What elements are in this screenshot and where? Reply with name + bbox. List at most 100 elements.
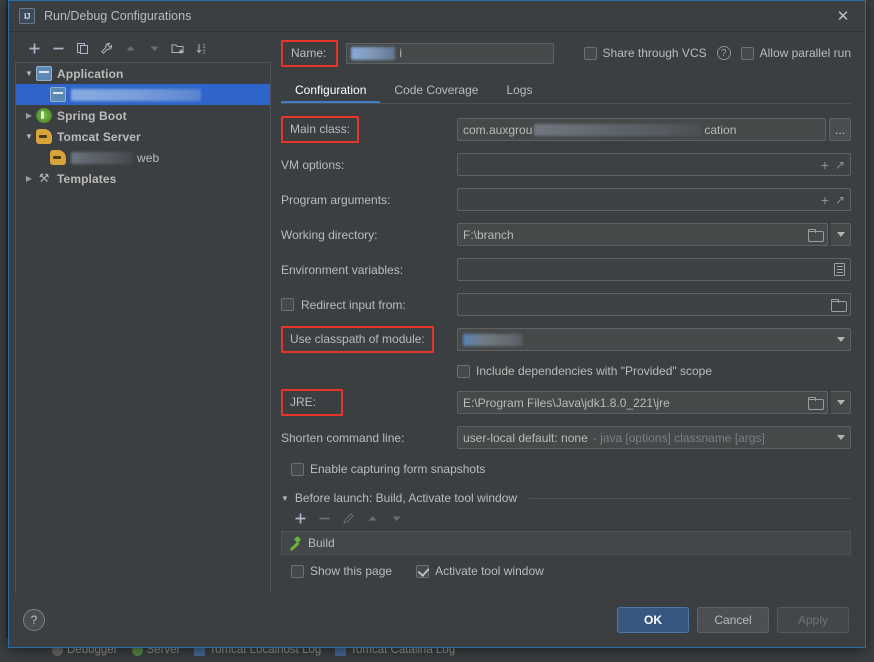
allow-parallel-run-checkbox[interactable]: Allow parallel run xyxy=(740,46,851,60)
tree-item-label: Application xyxy=(57,66,124,81)
share-through-vcs-box[interactable] xyxy=(583,46,597,60)
expand-icon[interactable]: ↗ xyxy=(835,158,845,172)
plus-icon[interactable]: + xyxy=(821,157,829,173)
main-class-browse-button[interactable]: ... xyxy=(829,118,851,141)
include-provided-scope-checkbox[interactable]: Include dependencies with "Provided" sco… xyxy=(457,364,712,378)
folder-icon[interactable] xyxy=(808,229,824,242)
expand-icon[interactable]: ↗ xyxy=(835,193,845,207)
folder-icon[interactable] xyxy=(831,299,847,312)
jre-input[interactable]: E:\Program Files\Java\jdk1.8.0_221\jre xyxy=(457,391,828,414)
arrow-down-icon xyxy=(148,42,161,55)
tree-item-label: web xyxy=(137,150,160,165)
main-class-value-suffix: cation xyxy=(704,122,737,137)
share-through-vcs-label: Share through VCS xyxy=(602,46,707,60)
chevron-down-icon[interactable]: ▼ xyxy=(22,132,36,141)
add-configuration-button[interactable] xyxy=(23,38,45,58)
sort-icon: 12 xyxy=(196,42,209,55)
close-icon[interactable]: ✕ xyxy=(821,1,865,31)
add-task-button[interactable] xyxy=(289,508,311,528)
share-through-vcs-checkbox[interactable]: Share through VCS xyxy=(583,46,707,60)
configurations-tree-panel: 12 ▼ Application ▶ Spring Boot ▼ Tomcat Serve… xyxy=(9,32,271,593)
before-launch-separator xyxy=(529,497,851,499)
configurations-tree[interactable]: ▼ Application ▶ Spring Boot ▼ Tomcat Server we… xyxy=(15,62,271,593)
new-folder-button[interactable] xyxy=(167,38,189,58)
working-directory-dropdown[interactable] xyxy=(831,223,851,246)
dialog-title: Run/Debug Configurations xyxy=(44,9,192,23)
activate-tool-window-box[interactable] xyxy=(416,564,430,578)
name-label-highlight: Name: xyxy=(281,39,339,67)
jre-dropdown[interactable] xyxy=(831,391,851,414)
ok-button[interactable]: OK xyxy=(617,607,689,633)
tree-item-tomcat-server[interactable]: ▼ Tomcat Server xyxy=(16,126,270,147)
configuration-tabs[interactable]: Configuration Code Coverage Logs xyxy=(281,74,851,104)
program-arguments-input[interactable]: + ↗ xyxy=(457,188,851,211)
help-icon[interactable]: ? xyxy=(23,609,45,631)
top-right-options: Share through VCS ? Allow parallel run xyxy=(583,46,851,60)
module-value-redacted xyxy=(463,333,523,346)
edit-templates-button[interactable] xyxy=(95,38,117,58)
use-classpath-of-module-label: Use classpath of module: xyxy=(290,332,425,346)
shorten-command-line-combobox[interactable]: user-local default: none - java [options… xyxy=(457,426,851,449)
remove-configuration-button[interactable] xyxy=(47,38,69,58)
folder-icon[interactable] xyxy=(808,397,824,410)
activate-tool-window-checkbox[interactable]: Activate tool window xyxy=(416,564,544,578)
environment-variables-input[interactable] xyxy=(457,258,851,281)
before-launch-title: Before launch: Build, Activate tool wind… xyxy=(294,491,518,505)
main-class-input[interactable]: com.auxgrou cation xyxy=(457,118,826,141)
move-down-button xyxy=(143,38,165,58)
chevron-right-icon[interactable]: ▶ xyxy=(22,174,36,183)
list-edit-icon[interactable] xyxy=(834,263,845,276)
ide-left-toolwindow-strip xyxy=(0,0,6,650)
jre-label: JRE: xyxy=(290,395,317,409)
working-directory-row: Working directory: F:\branch xyxy=(281,217,851,252)
before-launch-task-label: Build xyxy=(308,536,335,550)
show-this-page-checkbox[interactable]: Show this page xyxy=(291,564,392,578)
before-launch-header[interactable]: ▼ Before launch: Build, Activate tool wi… xyxy=(281,491,851,505)
tree-item-application[interactable]: ▼ Application xyxy=(16,63,270,84)
tree-item-label-redacted xyxy=(71,151,133,164)
shorten-command-line-hint: - java [options] classname [args] xyxy=(592,430,765,445)
vm-options-input[interactable]: + ↗ xyxy=(457,153,851,176)
tab-configuration[interactable]: Configuration xyxy=(281,79,381,104)
enable-capturing-form-snapshots-box[interactable] xyxy=(291,462,304,476)
include-provided-scope-box[interactable] xyxy=(457,364,470,378)
before-launch-twisty-icon[interactable]: ▼ xyxy=(281,494,289,503)
tab-logs[interactable]: Logs xyxy=(492,79,546,104)
redirect-input-from-checkbox[interactable] xyxy=(281,298,294,311)
copy-configuration-button[interactable] xyxy=(71,38,93,58)
program-arguments-row: Program arguments: + ↗ xyxy=(281,182,851,217)
chevron-down-icon[interactable] xyxy=(837,435,845,440)
name-row: Name: i Share through VCS ? Allow parall… xyxy=(281,38,851,68)
apply-button[interactable]: Apply xyxy=(777,607,849,633)
before-launch-task-list[interactable]: Build xyxy=(281,531,851,555)
tree-item-templates[interactable]: ▶ ⚒ Templates xyxy=(16,168,270,189)
task-move-up-button xyxy=(361,508,383,528)
redirect-input-from-row: Redirect input from: xyxy=(281,287,851,322)
help-icon[interactable]: ? xyxy=(716,46,731,60)
chevron-down-icon[interactable]: ▼ xyxy=(22,69,36,78)
show-this-page-box[interactable] xyxy=(291,564,304,578)
sort-configurations-button[interactable]: 12 xyxy=(191,38,213,58)
enable-capturing-form-snapshots-row: Enable capturing form snapshots xyxy=(281,455,851,483)
environment-variables-row: Environment variables: xyxy=(281,252,851,287)
tree-item-redacted-1[interactable] xyxy=(16,84,270,105)
tree-item-spring-boot[interactable]: ▶ Spring Boot xyxy=(16,105,270,126)
redirect-input-from-input[interactable] xyxy=(457,293,851,316)
before-launch-footer: Show this page Activate tool window xyxy=(281,555,851,578)
arrow-up-icon xyxy=(366,512,379,525)
chevron-down-icon[interactable] xyxy=(837,337,845,342)
minus-icon xyxy=(52,42,65,55)
working-directory-input[interactable]: F:\branch xyxy=(457,223,828,246)
allow-parallel-run-box[interactable] xyxy=(740,46,754,60)
plus-icon[interactable]: + xyxy=(821,192,829,208)
before-launch-toolbar xyxy=(281,505,851,531)
tab-code-coverage[interactable]: Code Coverage xyxy=(380,79,492,104)
chevron-right-icon[interactable]: ▶ xyxy=(22,111,36,120)
tree-item-web[interactable]: web xyxy=(16,147,270,168)
arrow-up-icon xyxy=(124,42,137,55)
jre-row: JRE: E:\Program Files\Java\jdk1.8.0_221\… xyxy=(281,385,851,420)
enable-capturing-form-snapshots-checkbox[interactable]: Enable capturing form snapshots xyxy=(291,462,485,476)
name-input[interactable]: i xyxy=(346,42,555,64)
cancel-button[interactable]: Cancel xyxy=(697,607,769,633)
use-classpath-of-module-combobox[interactable] xyxy=(457,328,851,351)
